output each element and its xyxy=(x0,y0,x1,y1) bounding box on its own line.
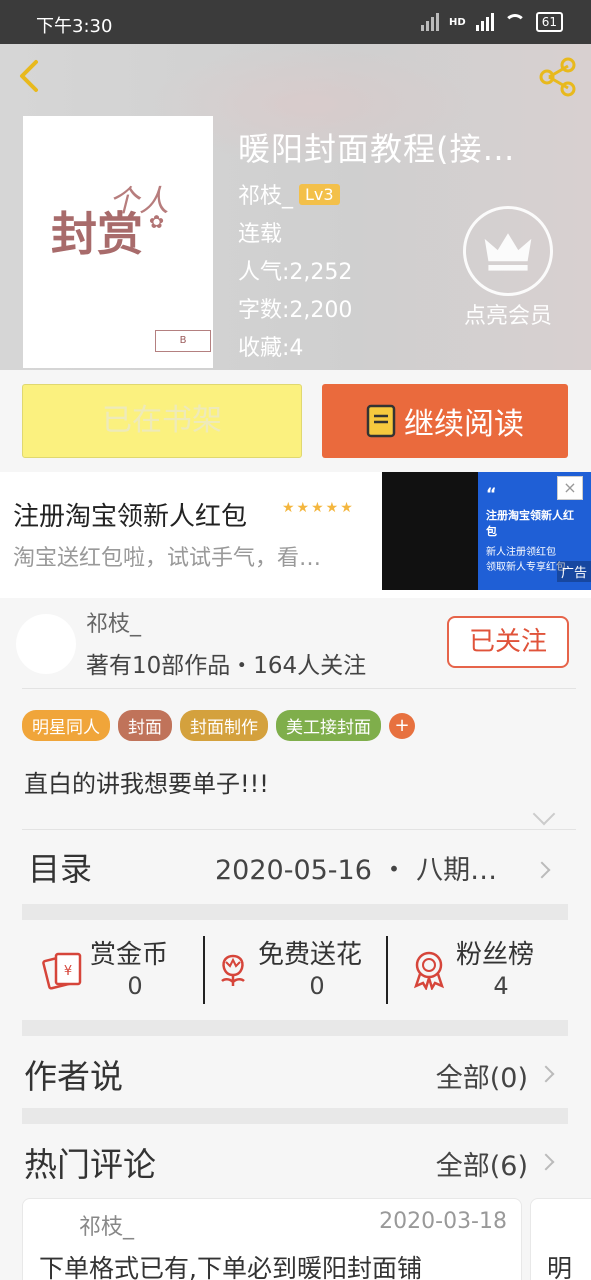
author-says-section[interactable]: 作者说 全部(0) xyxy=(22,1036,568,1112)
stat-label: 粉丝榜 xyxy=(456,940,535,970)
ad-video-thumbnail xyxy=(382,472,478,590)
comment-text: 明 xyxy=(547,1254,573,1280)
ad-close-icon[interactable]: × xyxy=(557,476,583,500)
author-says-label: 作者说 xyxy=(24,1057,123,1096)
tag-item[interactable]: 封面 xyxy=(118,710,172,741)
book-title: 暖阳封面教程(接… xyxy=(238,130,516,168)
ad-banner[interactable]: 注册淘宝领新人红包 ★★★★★ 淘宝送红包啦，试试手气，看… “ 注册淘宝领新人… xyxy=(0,472,591,598)
status-bar: 下午3:30 HD 61 xyxy=(0,0,591,44)
share-icon[interactable] xyxy=(537,56,579,98)
wifi-icon xyxy=(503,14,526,30)
vip-button[interactable]: 点亮会员 xyxy=(458,206,558,330)
network-type: HD xyxy=(449,16,466,28)
avatar[interactable] xyxy=(16,614,76,674)
add-tag-button[interactable]: + xyxy=(389,712,415,739)
stat-value: 0 xyxy=(309,972,325,1000)
comment-user: 祁枝_ xyxy=(79,1215,135,1240)
stat-label: 免费送花 xyxy=(258,940,363,970)
book-icon xyxy=(366,404,396,438)
comment-text: 下单格式已有,下单必到暖阳封面铺 xyxy=(39,1254,422,1280)
tag-item[interactable]: 美工接封面 xyxy=(276,710,381,741)
cover-flower-icon: ✿ xyxy=(149,212,165,233)
latest-chapter: 2020-05-16 ・ 八期… xyxy=(215,855,498,886)
separator xyxy=(203,936,205,1004)
stat-value: 0 xyxy=(127,972,143,1000)
divider xyxy=(22,688,576,689)
author-stats: 著有10部作品・164人关注 xyxy=(86,653,367,679)
author-says-all[interactable]: 全部(0) xyxy=(436,1056,528,1095)
on-shelf-button[interactable]: 已在书架 xyxy=(22,384,302,458)
toc-label: 目录 xyxy=(28,850,93,888)
author-name: 祁枝_ xyxy=(86,612,142,637)
book-author-row: 祁枝_ Lv3 xyxy=(238,178,583,209)
chevron-right-icon xyxy=(537,1153,555,1171)
flower-icon xyxy=(221,954,245,986)
continue-reading-button[interactable]: 继续阅读 xyxy=(322,384,568,458)
book-author[interactable]: 祁枝_ xyxy=(238,184,293,209)
hot-comments-all[interactable]: 全部(6) xyxy=(436,1144,528,1183)
status-icons: HD 61 xyxy=(421,12,563,32)
ad-image[interactable]: “ 注册淘宝领新人红包 新人注册领红包 领取新人专享红包 × 广告 xyxy=(382,472,591,590)
book-description: 直白的讲我想要单子!!! xyxy=(24,770,269,798)
cover-text-2: 封赏 xyxy=(51,207,143,261)
medal-icon xyxy=(413,951,445,990)
comment-date: 2020-03-18 xyxy=(379,1209,507,1234)
reward-stats: ¥ 赏金币 0 免费送花 0 粉丝榜 4 xyxy=(22,920,568,1020)
comment-carousel: 祁枝_ 2020-03-18 下单格式已有,下单必到暖阳封面铺 明 xyxy=(22,1198,591,1280)
level-badge: Lv3 xyxy=(299,184,340,205)
svg-text:¥: ¥ xyxy=(64,964,72,979)
back-icon[interactable] xyxy=(14,58,44,94)
table-of-contents-row[interactable]: 目录 2020-05-16 ・ 八期… xyxy=(22,832,568,904)
tag-list: 明星同人 封面 封面制作 美工接封面 + xyxy=(22,710,415,741)
follow-button[interactable]: 已关注 xyxy=(447,616,569,668)
action-bar: 已在书架 继续阅读 xyxy=(0,370,591,470)
signal-icon-2 xyxy=(475,13,494,31)
vip-label: 点亮会员 xyxy=(463,304,552,329)
stat-label: 赏金币 xyxy=(90,940,169,970)
book-header: 个人 封赏 ✿ B 暖阳封面教程(接… 祁枝_ Lv3 连载 人气:2,252 字… xyxy=(0,44,591,370)
ad-image-line1: 新人注册领红包 xyxy=(486,547,556,558)
book-favorites: 收藏:4 xyxy=(238,336,304,361)
tag-item[interactable]: 封面制作 xyxy=(180,710,268,741)
comment-card[interactable]: 明 xyxy=(530,1198,591,1280)
expand-icon[interactable] xyxy=(532,802,556,826)
tag-item[interactable]: 明星同人 xyxy=(22,710,110,741)
rating-stars: ★★★★★ xyxy=(282,500,355,516)
fan-ranking[interactable]: 粉丝榜 4 xyxy=(408,934,568,1004)
ad-subtitle: 淘宝送红包啦，试试手气，看… xyxy=(13,546,322,571)
hot-comments-label: 热门评论 xyxy=(24,1145,156,1184)
section-gap xyxy=(22,1108,568,1124)
status-time: 下午3:30 xyxy=(36,16,113,37)
continue-reading-label: 继续阅读 xyxy=(404,407,524,442)
stat-value: 4 xyxy=(493,972,509,1000)
red-envelope-icon: ¥ xyxy=(42,952,82,990)
section-gap xyxy=(22,904,568,920)
send-flowers[interactable]: 免费送花 0 xyxy=(212,934,392,1004)
section-gap xyxy=(22,1020,568,1036)
battery-icon: 61 xyxy=(535,12,563,32)
divider xyxy=(22,829,576,830)
reward-coins[interactable]: ¥ 赏金币 0 xyxy=(42,934,202,1004)
cover-brand-logo: B xyxy=(155,330,211,352)
signal-icon xyxy=(421,13,440,31)
hot-comments-section[interactable]: 热门评论 全部(6) xyxy=(22,1124,568,1200)
ad-tag: 广告 xyxy=(556,561,591,582)
ad-title: 注册淘宝领新人红包 xyxy=(13,502,248,532)
author-card[interactable]: 祁枝_ 著有10部作品・164人关注 已关注 xyxy=(0,598,591,690)
crown-icon xyxy=(463,206,553,296)
chevron-right-icon xyxy=(533,861,551,879)
chevron-right-icon xyxy=(537,1065,555,1083)
separator xyxy=(386,936,388,1004)
book-cover[interactable]: 个人 封赏 ✿ B xyxy=(23,116,213,368)
ad-image-title: 注册淘宝领新人红包 xyxy=(486,509,574,538)
comment-card[interactable]: 祁枝_ 2020-03-18 下单格式已有,下单必到暖阳封面铺 xyxy=(22,1198,522,1280)
